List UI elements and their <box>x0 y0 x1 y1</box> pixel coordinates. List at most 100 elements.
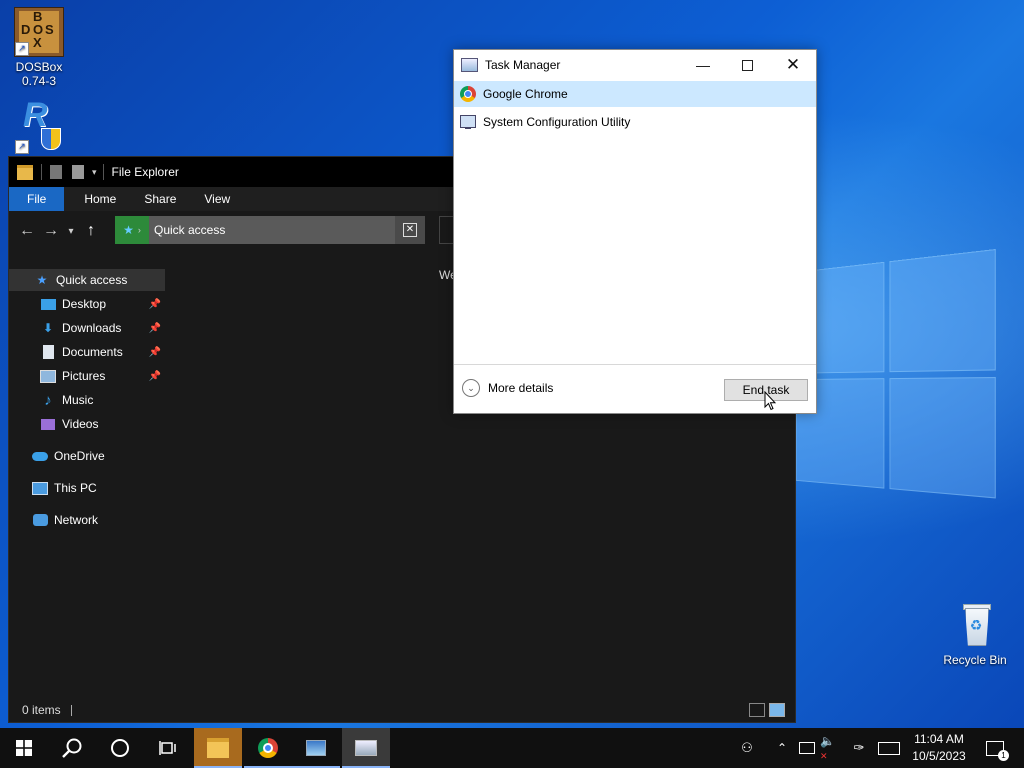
task-manager-icon <box>461 58 478 72</box>
more-details-label: More details <box>488 381 554 395</box>
sidebar-item-label: Videos <box>62 417 99 431</box>
shortcut-arrow-icon: ↗ <box>15 140 29 154</box>
cortana-button[interactable] <box>96 728 144 768</box>
sidebar-item-this-pc[interactable]: This PC <box>9 477 165 499</box>
window-title: File Explorer <box>111 165 179 179</box>
large-icons-view-icon[interactable] <box>769 703 785 717</box>
tab-home[interactable]: Home <box>70 187 130 211</box>
close-button[interactable]: ✕ <box>770 50 816 80</box>
pictures-icon <box>40 368 56 384</box>
sidebar-item-videos[interactable]: Videos <box>9 413 165 435</box>
sidebar-item-music[interactable]: ♪ Music <box>9 389 165 411</box>
sidebar-item-label: Desktop <box>62 297 107 311</box>
back-arrow-icon[interactable]: ← <box>15 222 39 240</box>
more-details-button[interactable]: ⌄ More details <box>462 379 553 397</box>
up-arrow-icon[interactable]: ↑ <box>79 222 103 240</box>
task-manager-window[interactable]: Task Manager — ✕ Google Chrome System Co… <box>453 49 817 414</box>
network-tray-button[interactable] <box>796 728 818 768</box>
dosbox-letter: S <box>45 22 54 37</box>
sidebar-item-label: OneDrive <box>54 449 105 463</box>
expand-chevron-icon: ⌄ <box>462 379 480 397</box>
pin-icon: 📌 <box>148 298 161 310</box>
clear-address-icon[interactable]: ✕ <box>395 216 425 244</box>
start-button[interactable] <box>0 728 48 768</box>
volume-button[interactable]: 🔈✕ <box>820 728 842 768</box>
status-bar: 0 items <box>9 698 795 722</box>
sidebar-item-label: Quick access <box>56 273 128 287</box>
sidebar-item-quick-access[interactable]: ★ Quick access <box>9 269 165 291</box>
desktop-icon-setup[interactable]: R ↗ <box>1 98 77 157</box>
task-view-button[interactable] <box>144 728 192 768</box>
action-center-button[interactable]: 1 <box>980 728 1010 768</box>
details-view-icon[interactable] <box>749 703 765 717</box>
network-icon <box>799 742 815 754</box>
navigation-pane: ★ Quick access Desktop 📌 ⬇ Downloads 📌 D… <box>9 267 165 697</box>
msconfig-icon <box>306 740 326 756</box>
tab-view[interactable]: View <box>190 187 244 211</box>
clock[interactable]: 11:04 AM 10/5/2023 <box>906 731 972 765</box>
new-folder-icon[interactable] <box>72 165 84 179</box>
sidebar-item-label: Network <box>54 513 99 527</box>
address-text: Quick access <box>154 223 226 237</box>
sidebar-item-pictures[interactable]: Pictures 📌 <box>9 365 165 387</box>
sidebar-item-documents[interactable]: Documents 📌 <box>9 341 165 363</box>
people-button[interactable]: ⚇ <box>734 728 760 768</box>
windows-logo-wallpaper <box>795 245 1024 534</box>
folder-icon <box>207 738 229 758</box>
forward-arrow-icon[interactable]: → <box>39 222 63 240</box>
taskbar-task-manager[interactable] <box>342 728 390 768</box>
address-bar[interactable]: ★ › Quick access ✕ <box>115 216 425 244</box>
network-icon <box>32 512 48 528</box>
taskbar-google-chrome[interactable] <box>244 728 292 768</box>
desktop-icon-recycle-bin[interactable]: ♻ Recycle Bin <box>937 602 1013 667</box>
setup-shield-icon: R ↗ <box>15 98 63 154</box>
clock-date: 10/5/2023 <box>912 749 966 763</box>
document-icon <box>40 344 56 360</box>
people-icon: ⚇ <box>741 740 753 755</box>
item-count: 0 items <box>22 703 61 717</box>
task-manager-icon <box>355 740 377 756</box>
download-icon: ⬇ <box>42 321 54 335</box>
app-row-google-chrome[interactable]: Google Chrome <box>454 81 816 107</box>
show-hidden-icons-button[interactable]: ⌃ <box>772 728 792 768</box>
minimize-button[interactable]: — <box>680 50 726 80</box>
properties-icon[interactable] <box>50 165 62 179</box>
pin-icon: 📌 <box>148 370 161 382</box>
cortana-circle-icon <box>111 739 129 757</box>
chrome-icon <box>258 738 278 758</box>
desktop-folder-icon <box>40 296 56 312</box>
music-icon: ♪ <box>44 391 52 409</box>
quick-access-star-icon: ★ › <box>115 216 149 244</box>
touch-keyboard-button[interactable] <box>876 728 902 768</box>
pin-icon: 📌 <box>148 346 161 358</box>
desktop-icon-label: 0.74-3 <box>21 74 57 88</box>
desktop-icon-dosbox[interactable]: B D O S X ↗ DOSBox 0.74-3 <box>1 7 77 88</box>
task-manager-title-bar[interactable]: Task Manager — ✕ <box>454 50 816 80</box>
tab-file[interactable]: File <box>9 187 65 211</box>
app-name: Google Chrome <box>483 87 568 101</box>
sidebar-item-onedrive[interactable]: OneDrive <box>9 445 165 467</box>
star-icon: ★ <box>36 273 48 287</box>
chrome-icon <box>460 86 476 102</box>
sidebar-item-downloads[interactable]: ⬇ Downloads 📌 <box>9 317 165 339</box>
pen-workspace-button[interactable]: ✑ <box>848 728 870 768</box>
sidebar-item-desktop[interactable]: Desktop 📌 <box>9 293 165 315</box>
desktop-icon-label: DOSBox <box>15 60 63 74</box>
sidebar-item-network[interactable]: Network <box>9 509 165 531</box>
dosbox-letter: D <box>21 22 31 37</box>
taskbar-system-configuration[interactable] <box>292 728 340 768</box>
clock-time: 11:04 AM <box>914 732 964 746</box>
search-button[interactable] <box>48 728 96 768</box>
windows-start-icon <box>16 740 32 756</box>
recent-locations-chevron-icon[interactable]: ▾ <box>63 226 79 237</box>
sidebar-item-label: Pictures <box>62 369 106 383</box>
app-row-system-configuration[interactable]: System Configuration Utility <box>454 109 816 135</box>
taskbar-file-explorer[interactable] <box>194 728 242 768</box>
task-manager-footer: ⌄ More details End task <box>454 364 816 413</box>
tab-share[interactable]: Share <box>130 187 190 211</box>
quick-access-dropdown-icon[interactable]: ▾ <box>92 167 97 178</box>
maximize-button[interactable] <box>724 50 770 80</box>
pen-icon: ✑ <box>853 740 865 755</box>
task-view-icon <box>159 741 176 755</box>
cloud-icon <box>32 448 48 464</box>
